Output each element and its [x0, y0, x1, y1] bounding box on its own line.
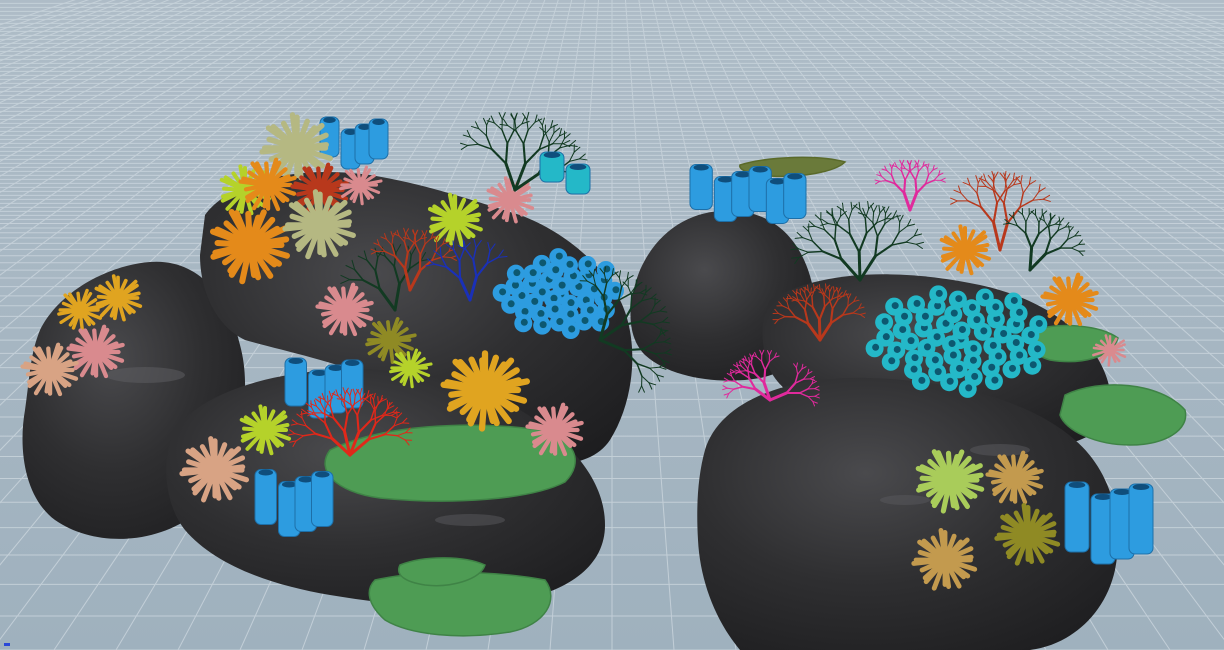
rock-highlight	[435, 514, 505, 526]
rock-highlight	[880, 495, 930, 505]
3d-viewport[interactable]	[0, 0, 1224, 650]
coral-reef-scene	[0, 0, 1224, 650]
axis-indicator-icon	[4, 643, 10, 646]
rock-highlight	[105, 367, 185, 383]
tube-coral	[1064, 481, 1154, 565]
